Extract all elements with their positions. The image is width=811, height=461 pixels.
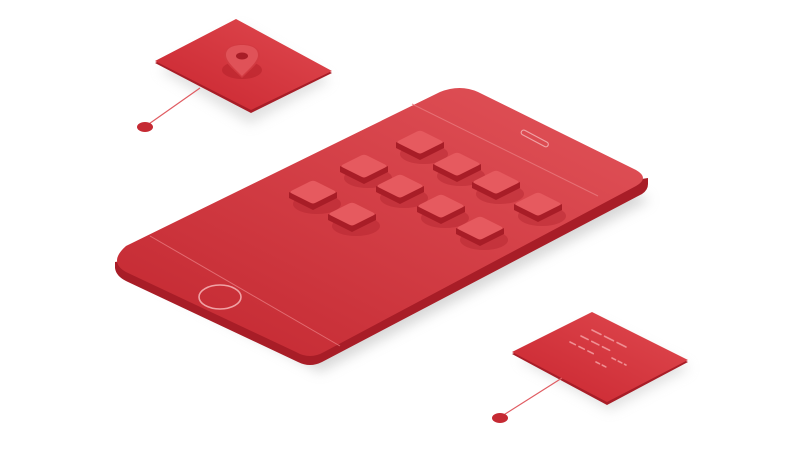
phone-face bbox=[117, 88, 643, 356]
location-connector-dot bbox=[137, 122, 153, 132]
text-card-face bbox=[512, 312, 688, 402]
text-connector-line bbox=[501, 377, 563, 417]
text-connector-dot bbox=[492, 413, 508, 423]
location-card bbox=[137, 19, 332, 132]
location-connector-line bbox=[145, 87, 201, 127]
text-card bbox=[492, 312, 690, 423]
location-pin-icon bbox=[222, 44, 262, 79]
isometric-phone-illustration bbox=[115, 19, 690, 423]
